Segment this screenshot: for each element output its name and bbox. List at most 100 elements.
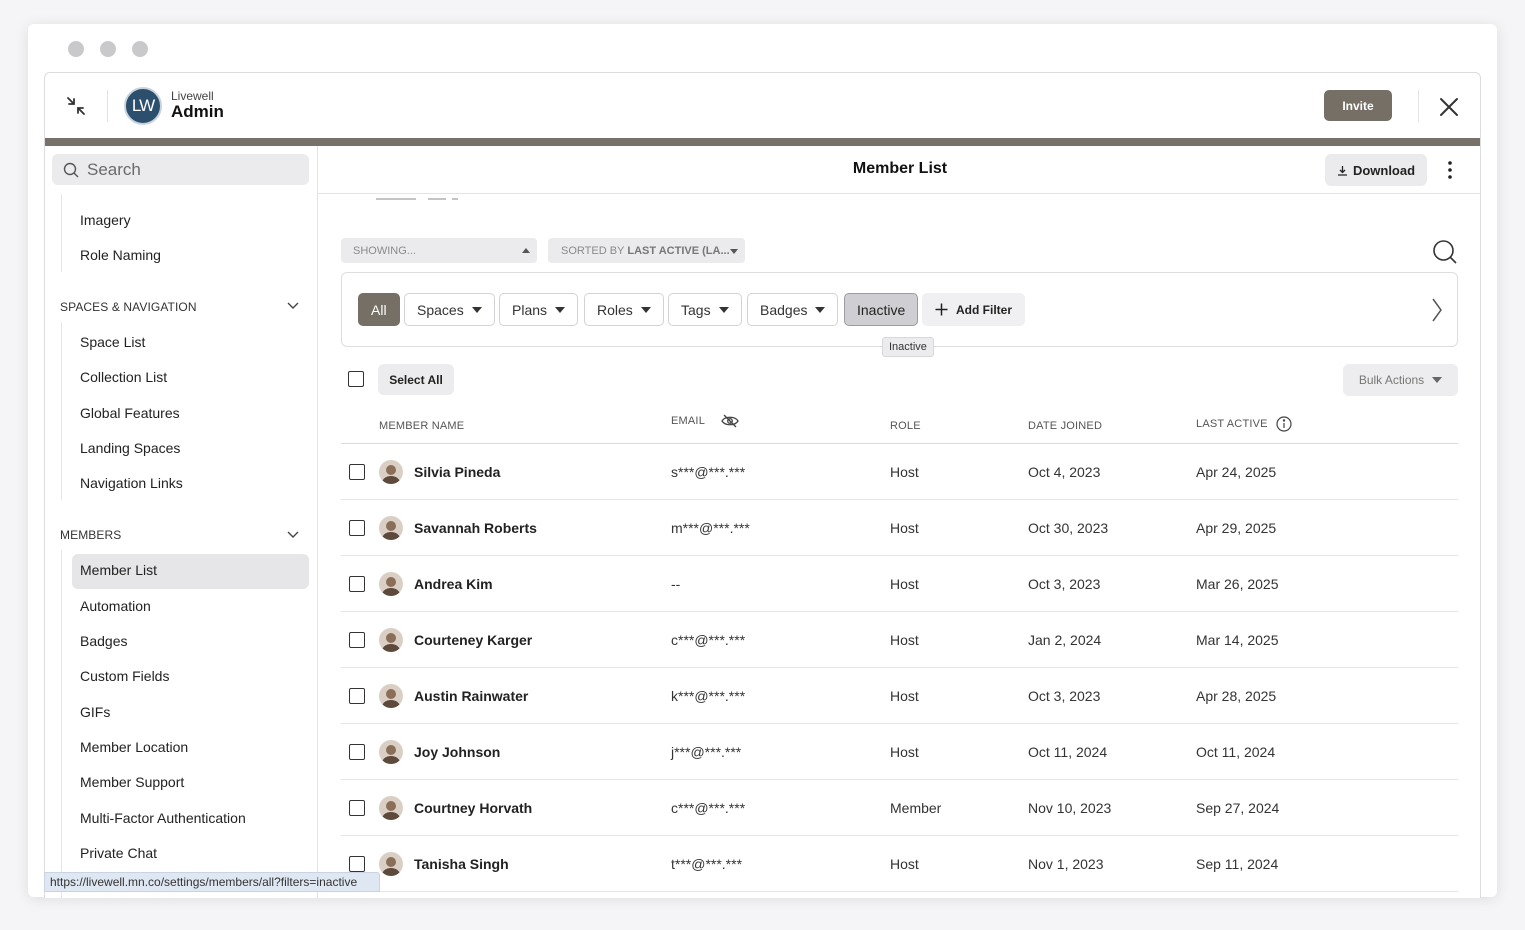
sidebar-section-spaces[interactable]: SPACES & NAVIGATION	[60, 300, 197, 314]
table-row[interactable]: Joy Johnson j***@***.*** Host Oct 11, 20…	[341, 724, 1458, 780]
filter-badges[interactable]: Badges	[747, 293, 839, 326]
sidebar-item-space-list[interactable]: Space List	[80, 334, 145, 350]
sidebar-item-custom-fields[interactable]: Custom Fields	[80, 668, 169, 684]
member-name[interactable]: Joy Johnson	[414, 744, 500, 760]
member-role: Host	[890, 464, 919, 480]
clipped-text-fragment	[376, 198, 458, 200]
member-name[interactable]: Austin Rainwater	[414, 688, 528, 704]
caret-down-icon	[718, 306, 729, 313]
select-all-checkbox[interactable]	[348, 371, 364, 387]
avatar[interactable]	[379, 740, 403, 764]
filter-plans[interactable]: Plans	[499, 293, 579, 326]
avatar[interactable]	[379, 628, 403, 652]
sidebar-item-imagery[interactable]: Imagery	[80, 212, 131, 228]
more-options-icon[interactable]	[1442, 160, 1458, 180]
search-icon[interactable]	[1432, 239, 1458, 265]
sidebar-item-role-naming[interactable]: Role Naming	[80, 247, 161, 263]
showing-dropdown[interactable]: SHOWING...	[341, 238, 537, 263]
member-name[interactable]: Silvia Pineda	[414, 464, 500, 480]
sidebar-item-gifs[interactable]: GIFs	[80, 704, 110, 720]
column-header-role[interactable]: ROLE	[890, 420, 921, 432]
filter-inactive[interactable]: Inactive	[844, 293, 919, 326]
sidebar-item-member-location[interactable]: Member Location	[80, 739, 188, 755]
sidebar-item-collection-list[interactable]: Collection List	[80, 369, 167, 385]
add-filter-button[interactable]: Add Filter	[922, 293, 1025, 326]
row-checkbox[interactable]	[349, 688, 365, 704]
member-role: Host	[890, 520, 919, 536]
member-name[interactable]: Tanisha Singh	[414, 856, 509, 872]
filter-spaces[interactable]: Spaces	[404, 293, 495, 326]
sidebar-item-badges[interactable]: Badges	[80, 633, 127, 649]
member-role: Host	[890, 688, 919, 704]
avatar[interactable]	[379, 572, 403, 596]
invite-button[interactable]: Invite	[1324, 90, 1392, 121]
column-header-last-active[interactable]: LAST ACTIVE	[1196, 416, 1292, 432]
close-icon[interactable]	[1437, 95, 1461, 119]
info-icon[interactable]	[1276, 416, 1292, 432]
filter-all-label: All	[371, 301, 387, 318]
table-row[interactable]: Courtney Horvath c***@***.*** Member Nov…	[341, 780, 1458, 836]
sort-dropdown[interactable]: SORTED BY LAST ACTIVE (LA...	[548, 238, 745, 263]
member-date-joined: Oct 3, 2023	[1028, 576, 1101, 592]
sidebar-item-navigation-links[interactable]: Navigation Links	[80, 475, 183, 491]
brand-admin-label: Admin	[171, 101, 224, 121]
row-checkbox[interactable]	[349, 744, 365, 760]
sidebar-item-global-features[interactable]: Global Features	[80, 405, 180, 421]
column-header-date-joined[interactable]: DATE JOINED	[1028, 420, 1102, 432]
sidebar-item-automation[interactable]: Automation	[80, 598, 151, 614]
filter-roles[interactable]: Roles	[584, 293, 664, 326]
row-checkbox[interactable]	[349, 520, 365, 536]
table-row[interactable]: Silvia Pineda s***@***.*** Host Oct 4, 2…	[341, 444, 1458, 500]
member-name[interactable]: Andrea Kim	[414, 576, 493, 592]
table-row[interactable]: Courteney Karger c***@***.*** Host Jan 2…	[341, 612, 1458, 668]
filter-all[interactable]: All	[358, 293, 400, 326]
avatar[interactable]	[379, 516, 403, 540]
avatar[interactable]	[379, 796, 403, 820]
sidebar-item-member-list[interactable]: Member List	[80, 562, 157, 578]
member-role: Host	[890, 632, 919, 648]
member-name[interactable]: Courtney Horvath	[414, 800, 532, 816]
table-row[interactable]: Andrea Kim -- Host Oct 3, 2023 Mar 26, 2…	[341, 556, 1458, 612]
row-checkbox[interactable]	[349, 632, 365, 648]
avatar[interactable]	[379, 460, 403, 484]
member-date-joined: Nov 1, 2023	[1028, 856, 1104, 872]
download-button[interactable]: Download	[1325, 154, 1427, 186]
sidebar-item-private-chat[interactable]: Private Chat	[80, 845, 157, 861]
window-minimize-dot[interactable]	[100, 41, 116, 57]
avatar[interactable]	[379, 852, 403, 876]
column-header-name[interactable]: MEMBER NAME	[379, 420, 464, 432]
select-all-button[interactable]: Select All	[378, 364, 454, 395]
row-checkbox[interactable]	[349, 464, 365, 480]
chevron-right-icon[interactable]	[1429, 296, 1445, 324]
bulk-actions-button[interactable]: Bulk Actions	[1343, 364, 1458, 396]
window-controls	[68, 41, 148, 57]
main-header: Member List Download	[318, 146, 1480, 194]
table-row[interactable]: Savannah Roberts m***@***.*** Host Oct 3…	[341, 500, 1458, 556]
table-row[interactable]: Austin Rainwater k***@***.*** Host Oct 3…	[341, 668, 1458, 724]
member-name[interactable]: Courteney Karger	[414, 632, 532, 648]
window-maximize-dot[interactable]	[132, 41, 148, 57]
row-checkbox[interactable]	[349, 856, 365, 872]
member-date-joined: Oct 3, 2023	[1028, 688, 1101, 704]
sidebar-section-members[interactable]: MEMBERS	[60, 528, 121, 542]
status-url: https://livewell.mn.co/settings/members/…	[44, 872, 380, 892]
row-checkbox[interactable]	[349, 800, 365, 816]
sidebar-item-landing-spaces[interactable]: Landing Spaces	[80, 440, 180, 456]
avatar[interactable]	[379, 684, 403, 708]
window-close-dot[interactable]	[68, 41, 84, 57]
column-header-email[interactable]: EMAIL	[671, 414, 739, 428]
member-date-joined: Oct 11, 2024	[1028, 744, 1108, 760]
collapse-button[interactable]	[45, 73, 107, 138]
sidebar-item-mfa[interactable]: Multi-Factor Authentication	[80, 810, 246, 826]
filter-tags[interactable]: Tags	[668, 293, 742, 326]
chevron-down-icon[interactable]	[286, 299, 300, 313]
member-name[interactable]: Savannah Roberts	[414, 520, 537, 536]
chevron-down-icon[interactable]	[286, 528, 300, 542]
table-row[interactable]: Tanisha Singh t***@***.*** Host Nov 1, 2…	[341, 836, 1458, 892]
row-checkbox[interactable]	[349, 576, 365, 592]
sidebar-item-member-support[interactable]: Member Support	[80, 774, 184, 790]
eye-off-icon[interactable]	[721, 414, 739, 428]
sidebar-search-input[interactable]: Search	[52, 154, 309, 185]
inactive-tooltip: Inactive	[882, 337, 934, 357]
add-filter-label: Add Filter	[956, 302, 1012, 317]
